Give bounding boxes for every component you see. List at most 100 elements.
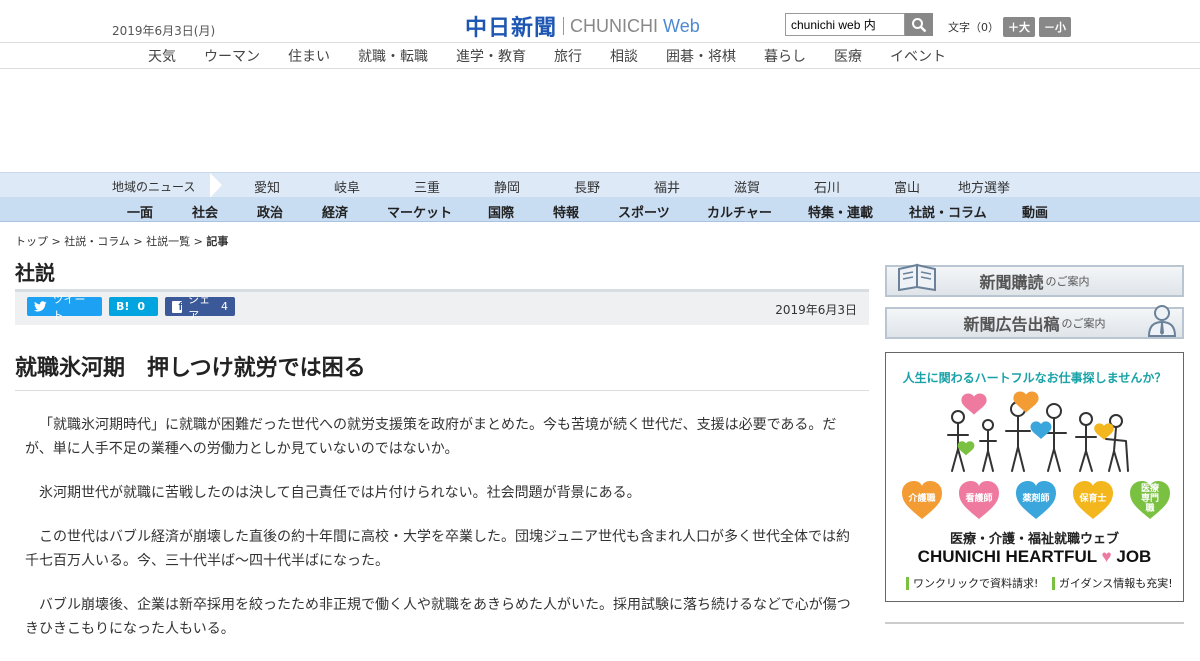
region-item[interactable]: 滋賀: [734, 177, 760, 196]
advertising-banner-label: 新聞広告出稿: [963, 315, 1060, 334]
ad-footer-item: ガイダンス情報も充実!: [1051, 577, 1173, 590]
topnav-item[interactable]: 住まい: [288, 46, 330, 66]
advertising-banner[interactable]: 新聞広告出稿 のご案内: [885, 305, 1184, 339]
mainnav-item[interactable]: 一面: [127, 202, 153, 221]
mainnav-item[interactable]: カルチャー: [707, 202, 772, 221]
ad-category-heart[interactable]: 看護師: [957, 479, 1001, 523]
region-item[interactable]: 石川: [814, 177, 840, 196]
ad-footer-item: ワンクリックで資料請求!: [906, 577, 1039, 590]
share-bar: ツイート B! 0 f シェア 4 2019年6月3日: [15, 289, 869, 325]
mainnav-item[interactable]: 特報: [553, 202, 579, 221]
ad-brand: CHUNICHI HEARTFUL ♥ JOB: [886, 547, 1183, 567]
article-date: 2019年6月3日: [775, 303, 857, 317]
mainnav-item[interactable]: 特集・連載: [808, 202, 873, 221]
topnav-item[interactable]: 進学・教育: [456, 46, 526, 66]
ad-category-label: 薬剤師: [1022, 494, 1050, 504]
hatena-icon: B!: [116, 300, 130, 313]
region-item[interactable]: 静岡: [494, 177, 520, 196]
topnav-item[interactable]: 囲碁・将棋: [666, 46, 736, 66]
section-title: 社説: [15, 261, 55, 285]
topnav-item[interactable]: 相談: [610, 46, 638, 66]
topnav-item[interactable]: 旅行: [554, 46, 582, 66]
sidebar-divider: [885, 622, 1184, 624]
mainnav-item[interactable]: マーケット: [387, 202, 452, 221]
breadcrumb-list[interactable]: 社説一覧: [146, 235, 190, 248]
breadcrumb-separator: >: [51, 235, 61, 248]
mainnav-item[interactable]: 社会: [192, 202, 218, 221]
advertising-banner-suffix: のご案内: [1061, 317, 1106, 330]
search-input[interactable]: [785, 13, 905, 36]
mainnav-item[interactable]: 社説・コラム: [909, 202, 987, 221]
region-item[interactable]: 長野: [574, 177, 600, 196]
ad-category-heart[interactable]: 薬剤師: [1014, 479, 1058, 523]
region-arrow: [210, 173, 222, 198]
ad-category-label: 医療専門職: [1140, 484, 1159, 514]
hatena-count: 0: [137, 300, 146, 313]
ad-brand-suffix: JOB: [1116, 547, 1152, 566]
article-paragraph: 氷河期世代が就職に苦戦したのは決して自己責任では片付けられない。社会問題が背景に…: [39, 485, 641, 501]
tweet-label: ツイート: [52, 292, 86, 322]
topnav-item[interactable]: 天気: [148, 46, 176, 66]
breadcrumb-top[interactable]: トップ: [15, 235, 48, 248]
breadcrumb-section[interactable]: 社説・コラム: [64, 235, 130, 248]
article-paragraph: 「就職氷河期時代」に就職が困難だった世代への就労支援策を政府がまとめた。今も苦境…: [25, 417, 837, 457]
topnav-item[interactable]: ウーマン: [204, 46, 260, 66]
tweet-button[interactable]: ツイート: [27, 293, 102, 322]
ad-category-heart[interactable]: 保育士: [1071, 479, 1115, 523]
ad-tagline: 人生に関わるハートフルなお仕事探しませんか？: [902, 371, 1167, 385]
facebook-share-button[interactable]: f シェア 4: [165, 293, 235, 322]
subscription-banner-suffix: のご案内: [1045, 275, 1090, 288]
ad-footer: ワンクリックで資料請求! ガイダンス情報も充実!: [906, 575, 1183, 591]
region-item[interactable]: 富山: [894, 177, 920, 196]
font-smaller-button[interactable]: －小: [1039, 17, 1071, 37]
logo-japanese: 中日新聞: [465, 15, 558, 41]
breadcrumb-current: 記事: [206, 235, 229, 248]
ad-subtitle: 医療・介護・福祉就職ウェブ: [949, 532, 1119, 547]
region-item[interactable]: 岐阜: [334, 177, 360, 196]
headline-divider: [15, 390, 869, 391]
mainnav-item[interactable]: スポーツ: [618, 202, 670, 221]
region-item[interactable]: 福井: [654, 177, 680, 196]
twitter-icon: [34, 301, 47, 312]
site-logo[interactable]: 中日新聞 CHUNICHI Web: [465, 10, 700, 42]
article-body: 「就職氷河期時代」に就職が困難だった世代への就労支援策を政府がまとめた。今も苦境…: [25, 413, 859, 661]
header-date: 2019年6月3日(月): [112, 24, 216, 38]
font-size-control: 文字（0） ＋大 －小: [948, 17, 1071, 37]
site-search: [785, 13, 935, 36]
subscription-banner[interactable]: 新聞購読 のご案内: [885, 263, 1184, 297]
newspaper-icon: [898, 263, 936, 291]
heartful-job-ad[interactable]: 人生に関わるハートフルなお仕事探しませんか？ 介護職 看護師 薬剤師 保育士 医療専門職…: [885, 352, 1184, 602]
family-illustration: [947, 391, 1129, 472]
facebook-label: シェア: [188, 292, 211, 322]
ad-category-label: 保育士: [1079, 494, 1107, 504]
topnav-item[interactable]: 暮らし: [764, 46, 806, 66]
mainnav-item[interactable]: 国際: [488, 202, 514, 221]
region-item[interactable]: 三重: [414, 177, 440, 196]
font-larger-button[interactable]: ＋大: [1003, 17, 1035, 37]
region-item[interactable]: 地方選挙: [958, 177, 1010, 196]
mainnav-item[interactable]: 政治: [257, 202, 283, 221]
mainnav-item[interactable]: 経済: [322, 202, 348, 221]
region-item[interactable]: 愛知: [254, 177, 280, 196]
topnav-item[interactable]: 就職・転職: [358, 46, 428, 66]
facebook-count: 4: [221, 300, 228, 313]
main-nav: 一面 社会 政治 経済 マーケット 国際 特報 スポーツ カルチャー 特集・連載…: [0, 197, 1200, 222]
topnav-item[interactable]: 医療: [834, 46, 862, 66]
mainnav-item[interactable]: 動画: [1022, 202, 1048, 221]
ad-category-heart[interactable]: 医療専門職: [1128, 479, 1172, 523]
region-nav: 地域のニュース 愛知 岐阜 三重 静岡 長野 福井 滋賀 石川 富山 地方選挙: [0, 172, 1200, 198]
subscription-banner-label: 新聞購読: [979, 273, 1044, 292]
logo-divider: [563, 17, 565, 35]
logo-en-suffix: Web: [663, 15, 700, 36]
heart-icon: ♥: [1101, 547, 1112, 566]
businessman-icon: [1147, 305, 1177, 337]
search-button[interactable]: [905, 13, 933, 36]
breadcrumb: トップ > 社説・コラム > 社説一覧 > 記事: [15, 233, 228, 249]
article-paragraph: この世代はバブル経済が崩壊した直後の約十年間に高校・大学を卒業した。団塊ジュニア…: [25, 529, 851, 569]
hatena-bookmark-button[interactable]: B! 0: [109, 297, 158, 316]
topnav-item[interactable]: イベント: [890, 46, 946, 66]
breadcrumb-separator: >: [193, 235, 203, 248]
ad-category-heart[interactable]: 介護職: [900, 479, 944, 523]
article-headline: 就職氷河期 押しつけ就労では困る: [15, 356, 366, 381]
font-size-label: 文字（0）: [948, 21, 999, 34]
